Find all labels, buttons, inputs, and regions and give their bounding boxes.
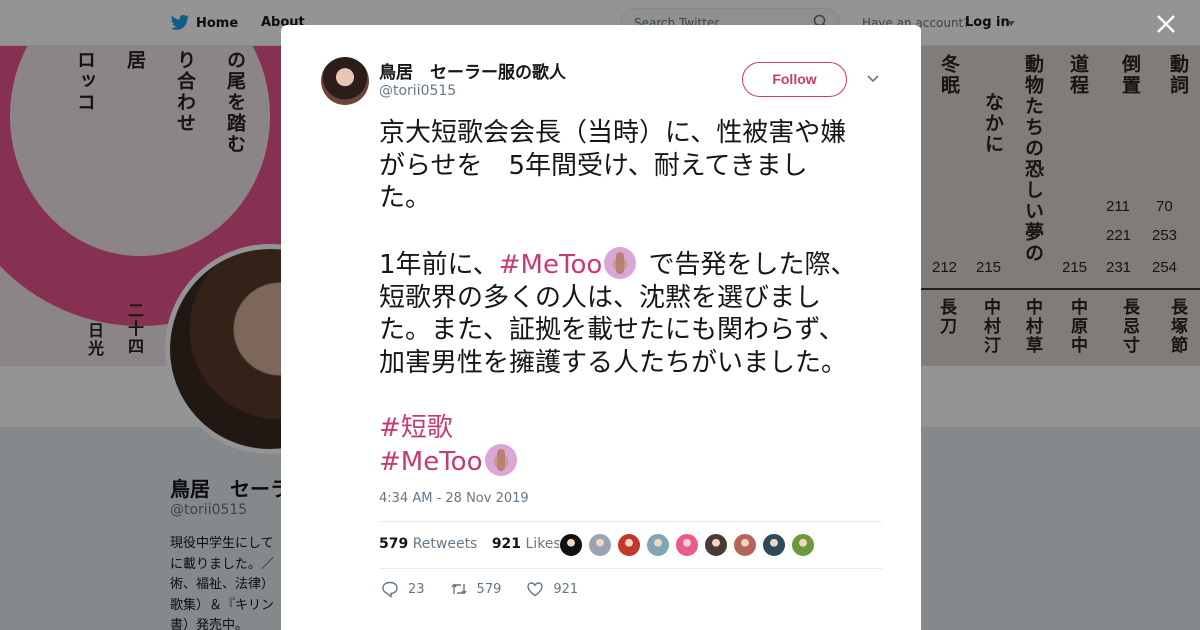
close-icon[interactable]: [1156, 14, 1176, 34]
tweet-text-segment: 1年前に、: [379, 250, 499, 280]
like-button[interactable]: 921: [526, 580, 578, 598]
tweet-timestamp[interactable]: 4:34 AM - 28 Nov 2019: [379, 491, 529, 506]
hashtag-link[interactable]: #MeToo: [499, 250, 603, 280]
liker-avatars: [559, 533, 820, 557]
tweet-line: #MeToo: [379, 444, 884, 479]
liker-avatar[interactable]: [733, 533, 757, 557]
heart-icon: [527, 582, 544, 597]
tweet-actions: 23 579 921: [381, 580, 603, 598]
liker-avatar[interactable]: [617, 533, 641, 557]
retweets-label[interactable]: Retweets: [413, 536, 478, 552]
like-count: 921: [553, 581, 579, 597]
liker-avatar[interactable]: [588, 533, 612, 557]
likes-count[interactable]: 921: [492, 536, 521, 552]
liker-avatar[interactable]: [791, 533, 815, 557]
tweet-line: 短歌界の多くの人は、沈黙を選びまし: [379, 282, 822, 313]
tweet-line: 1年前に、#MeToo で告発をした際、: [379, 247, 884, 282]
raised-hand-emoji-icon: [484, 444, 517, 476]
tweet-line: た。: [379, 183, 432, 213]
author-handle[interactable]: @torii0515: [379, 83, 456, 99]
likes-label[interactable]: Likes: [526, 536, 561, 552]
reply-button[interactable]: 23: [381, 580, 425, 598]
retweets-count[interactable]: 579: [379, 536, 408, 552]
follow-button[interactable]: Follow: [742, 62, 847, 97]
divider: [379, 521, 882, 522]
author-avatar[interactable]: [321, 57, 369, 105]
raised-hand-emoji-icon: [604, 247, 637, 279]
liker-avatar[interactable]: [704, 533, 728, 557]
reply-icon: [382, 581, 398, 598]
author-name[interactable]: 鳥居 セーラー服の歌人: [379, 58, 566, 83]
tweet-line: #短歌: [379, 412, 884, 445]
tweet-line: 加害男性を擁護する人たちがいました。: [379, 347, 848, 378]
liker-avatar[interactable]: [762, 533, 786, 557]
tweet-text: 京大短歌会会長（当時）に、性被害や嫌 がらせを 5年間受け、耐えてきまし た。 …: [379, 117, 884, 479]
chevron-down-icon[interactable]: [866, 74, 880, 84]
tweet-line: がらせを 5年間受け、耐えてきまし: [379, 150, 808, 181]
hashtag-link[interactable]: #MeToo: [379, 447, 483, 477]
reply-count: 23: [408, 581, 425, 597]
liker-avatar[interactable]: [559, 533, 583, 557]
tweet-text-segment: で告発をした際、: [640, 250, 857, 280]
retweet-icon: [451, 583, 467, 595]
liker-avatar[interactable]: [646, 533, 670, 557]
tweet-line: た。また、証拠を載せたにも関わらず、: [379, 315, 845, 345]
divider: [379, 568, 882, 569]
retweet-button[interactable]: 579: [450, 580, 502, 598]
tweet-stats: 579 Retweets 921 Likes: [379, 536, 561, 552]
retweet-count: 579: [476, 581, 502, 597]
hashtag-link[interactable]: #短歌: [379, 413, 453, 443]
liker-avatar[interactable]: [675, 533, 699, 557]
tweet-line: 京大短歌会会長（当時）に、性被害や嫌: [379, 118, 847, 148]
tweet-modal: 鳥居 セーラー服の歌人 @torii0515 Follow 京大短歌会会長（当時…: [281, 25, 921, 630]
